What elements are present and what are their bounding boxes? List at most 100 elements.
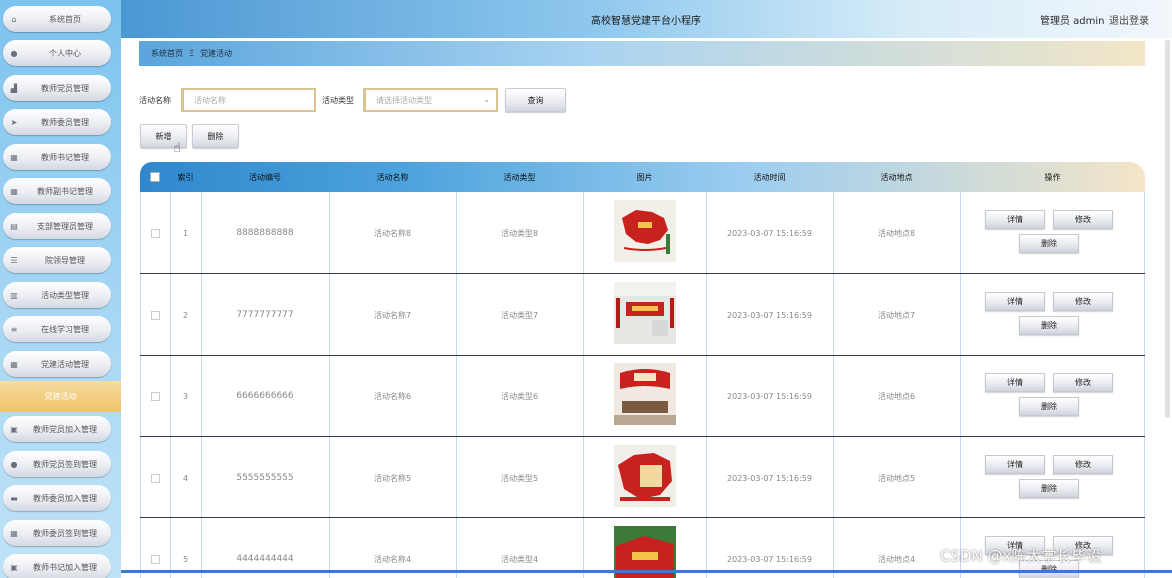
- column-header: 活动类型: [503, 172, 536, 182]
- sidebar-item-vice-secretary[interactable]: ▦ 教师副书记管理: [3, 178, 111, 204]
- sidebar-item-profile[interactable]: ● 个人中心: [3, 40, 111, 66]
- select-all-checkbox[interactable]: [150, 172, 160, 182]
- logout-link[interactable]: 退出登录: [1109, 12, 1149, 27]
- column-header: 索引: [177, 172, 194, 182]
- activity-type-label: 活动类型: [322, 96, 354, 105]
- activity-image: [614, 282, 676, 344]
- bottom-accent-bar: [121, 570, 1172, 573]
- activity-name: 活动名称5: [373, 473, 412, 483]
- breadcrumb-current: 党建活动: [200, 49, 233, 58]
- activity-image: [614, 200, 676, 262]
- sidebar-subitem-secretary-join[interactable]: ▣ 教师书记加入管理: [3, 554, 111, 578]
- user-icon: ●: [10, 48, 18, 58]
- activity-name-input[interactable]: 活动名称: [181, 88, 316, 112]
- sidebar-item-label: 党建活动管理: [41, 359, 89, 369]
- app-title: 高校智慧党建平台小程序: [591, 16, 701, 27]
- row-checkbox[interactable]: [151, 555, 160, 564]
- edit-button[interactable]: 修改: [1053, 373, 1113, 392]
- sidebar-item-activity-types[interactable]: ▥ 活动类型管理: [3, 282, 111, 308]
- sidebar-item-label: 活动类型管理: [41, 290, 89, 300]
- row-checkbox[interactable]: [151, 474, 160, 483]
- bar-icon: ▥: [10, 290, 18, 300]
- sidebar-subitem-committee-join[interactable]: ▬ 教师委员加入管理: [3, 485, 111, 511]
- sidebar-item-label: 教师委员管理: [41, 117, 89, 127]
- sidebar-subitem-teacher-member-join[interactable]: ▣ 教师党员加入管理: [3, 416, 111, 442]
- grid-icon: ▦: [10, 528, 18, 538]
- menu-icon: ≡: [10, 324, 18, 334]
- row-checkbox[interactable]: [151, 392, 160, 401]
- current-user: 管理员 admin: [1040, 16, 1105, 27]
- delete-button[interactable]: 删除: [192, 124, 239, 148]
- sidebar-item-label: 教师书记加入管理: [33, 562, 97, 572]
- row-divider: [140, 517, 1145, 518]
- grid-line: [456, 192, 457, 578]
- activity-type: 活动类型8: [500, 228, 539, 238]
- doc-icon: ▣: [10, 424, 18, 434]
- row-divider: [140, 273, 1145, 274]
- sidebar-item-branch-admin[interactable]: ▤ 支部管理员管理: [3, 213, 111, 239]
- edit-button[interactable]: 修改: [1053, 455, 1113, 474]
- query-button[interactable]: 查询: [505, 88, 566, 112]
- activity-code: 6666666666: [236, 391, 294, 401]
- activity-name-label: 活动名称: [139, 96, 171, 105]
- column-header: 图片: [636, 172, 653, 182]
- home-icon: ⌂: [11, 14, 17, 24]
- edit-button[interactable]: 修改: [1053, 292, 1113, 311]
- vertical-scrollbar[interactable]: [1165, 40, 1170, 418]
- activity-type: 活动类型4: [500, 554, 539, 564]
- activity-time: 2023-03-07 15:16:59: [727, 310, 812, 320]
- detail-button[interactable]: 详情: [985, 292, 1045, 311]
- grid-icon: ▦: [10, 152, 18, 162]
- grid-line: [833, 192, 834, 578]
- column-header: 活动地点: [880, 172, 913, 182]
- row-index: 3: [182, 391, 189, 401]
- grid-line: [1144, 192, 1145, 578]
- activity-image: [614, 363, 676, 425]
- activity-place: 活动地点8: [877, 228, 916, 238]
- row-delete-button[interactable]: 删除: [1019, 316, 1079, 335]
- sidebar-item-active[interactable]: 党建活动: [0, 381, 121, 412]
- activity-code: 5555555555: [236, 473, 294, 483]
- row-checkbox[interactable]: [151, 311, 160, 320]
- sidebar-item-label: 院领导管理: [45, 255, 85, 265]
- sidebar-item-party-activities[interactable]: ▦ 党建活动管理: [3, 351, 111, 377]
- row-checkbox[interactable]: [151, 229, 160, 238]
- activity-time: 2023-03-07 15:16:59: [727, 391, 812, 401]
- app-root: ⌂ 系统首页 ● 个人中心 ▟ 教师党员管理 ➤ 教师委员管理 ▦ 教师书记管理…: [0, 0, 1172, 578]
- sidebar-item-label: 教师党员签到管理: [33, 459, 97, 469]
- sidebar-item-teacher-members[interactable]: ▟ 教师党员管理: [3, 75, 111, 101]
- grid-line: [583, 192, 584, 578]
- detail-button[interactable]: 详情: [985, 455, 1045, 474]
- sidebar-item-teacher-committee[interactable]: ➤ 教师委员管理: [3, 109, 111, 135]
- sidebar-item-label: 教师副书记管理: [37, 186, 93, 196]
- chart-icon: ▟: [10, 83, 18, 93]
- sidebar-item-college-leaders[interactable]: ☰ 院领导管理: [3, 247, 111, 273]
- column-header: 活动编号: [249, 172, 281, 182]
- column-header: 操作: [1044, 172, 1061, 182]
- grid-icon: ▦: [10, 359, 18, 369]
- row-delete-button[interactable]: 删除: [1019, 479, 1079, 498]
- row-index: 5: [182, 554, 189, 564]
- sidebar-item-home[interactable]: ⌂ 系统首页: [3, 6, 111, 32]
- top-header: 高校智慧党建平台小程序 管理员 admin 退出登录: [121, 0, 1172, 38]
- activity-type-select[interactable]: 请选择活动类型 ⌄: [363, 88, 498, 112]
- sidebar-item-online-learning[interactable]: ≡ 在线学习管理: [3, 316, 111, 342]
- sidebar-item-label: 个人中心: [49, 48, 81, 58]
- row-index: 4: [182, 473, 189, 483]
- detail-button[interactable]: 详情: [985, 210, 1045, 229]
- activity-type: 活动类型7: [500, 310, 539, 320]
- column-header: 活动名称: [376, 172, 409, 182]
- row-delete-button[interactable]: 删除: [1019, 397, 1079, 416]
- row-index: 1: [182, 228, 189, 238]
- sidebar-subitem-teacher-member-signin[interactable]: ● 教师党员签到管理: [3, 451, 111, 477]
- breadcrumb-home[interactable]: 系统首页: [151, 48, 183, 59]
- edit-button[interactable]: 修改: [1053, 210, 1113, 229]
- grid-line: [329, 192, 330, 578]
- row-delete-button[interactable]: 删除: [1019, 234, 1079, 253]
- grid-icon: ▦: [10, 186, 18, 196]
- activity-type: 活动类型5: [500, 473, 539, 483]
- sidebar-subitem-committee-signin[interactable]: ▦ 教师委员签到管理: [3, 520, 111, 546]
- user-icon: ●: [10, 459, 18, 469]
- detail-button[interactable]: 详情: [985, 373, 1045, 392]
- sidebar-item-teacher-secretary[interactable]: ▦ 教师书记管理: [3, 144, 111, 170]
